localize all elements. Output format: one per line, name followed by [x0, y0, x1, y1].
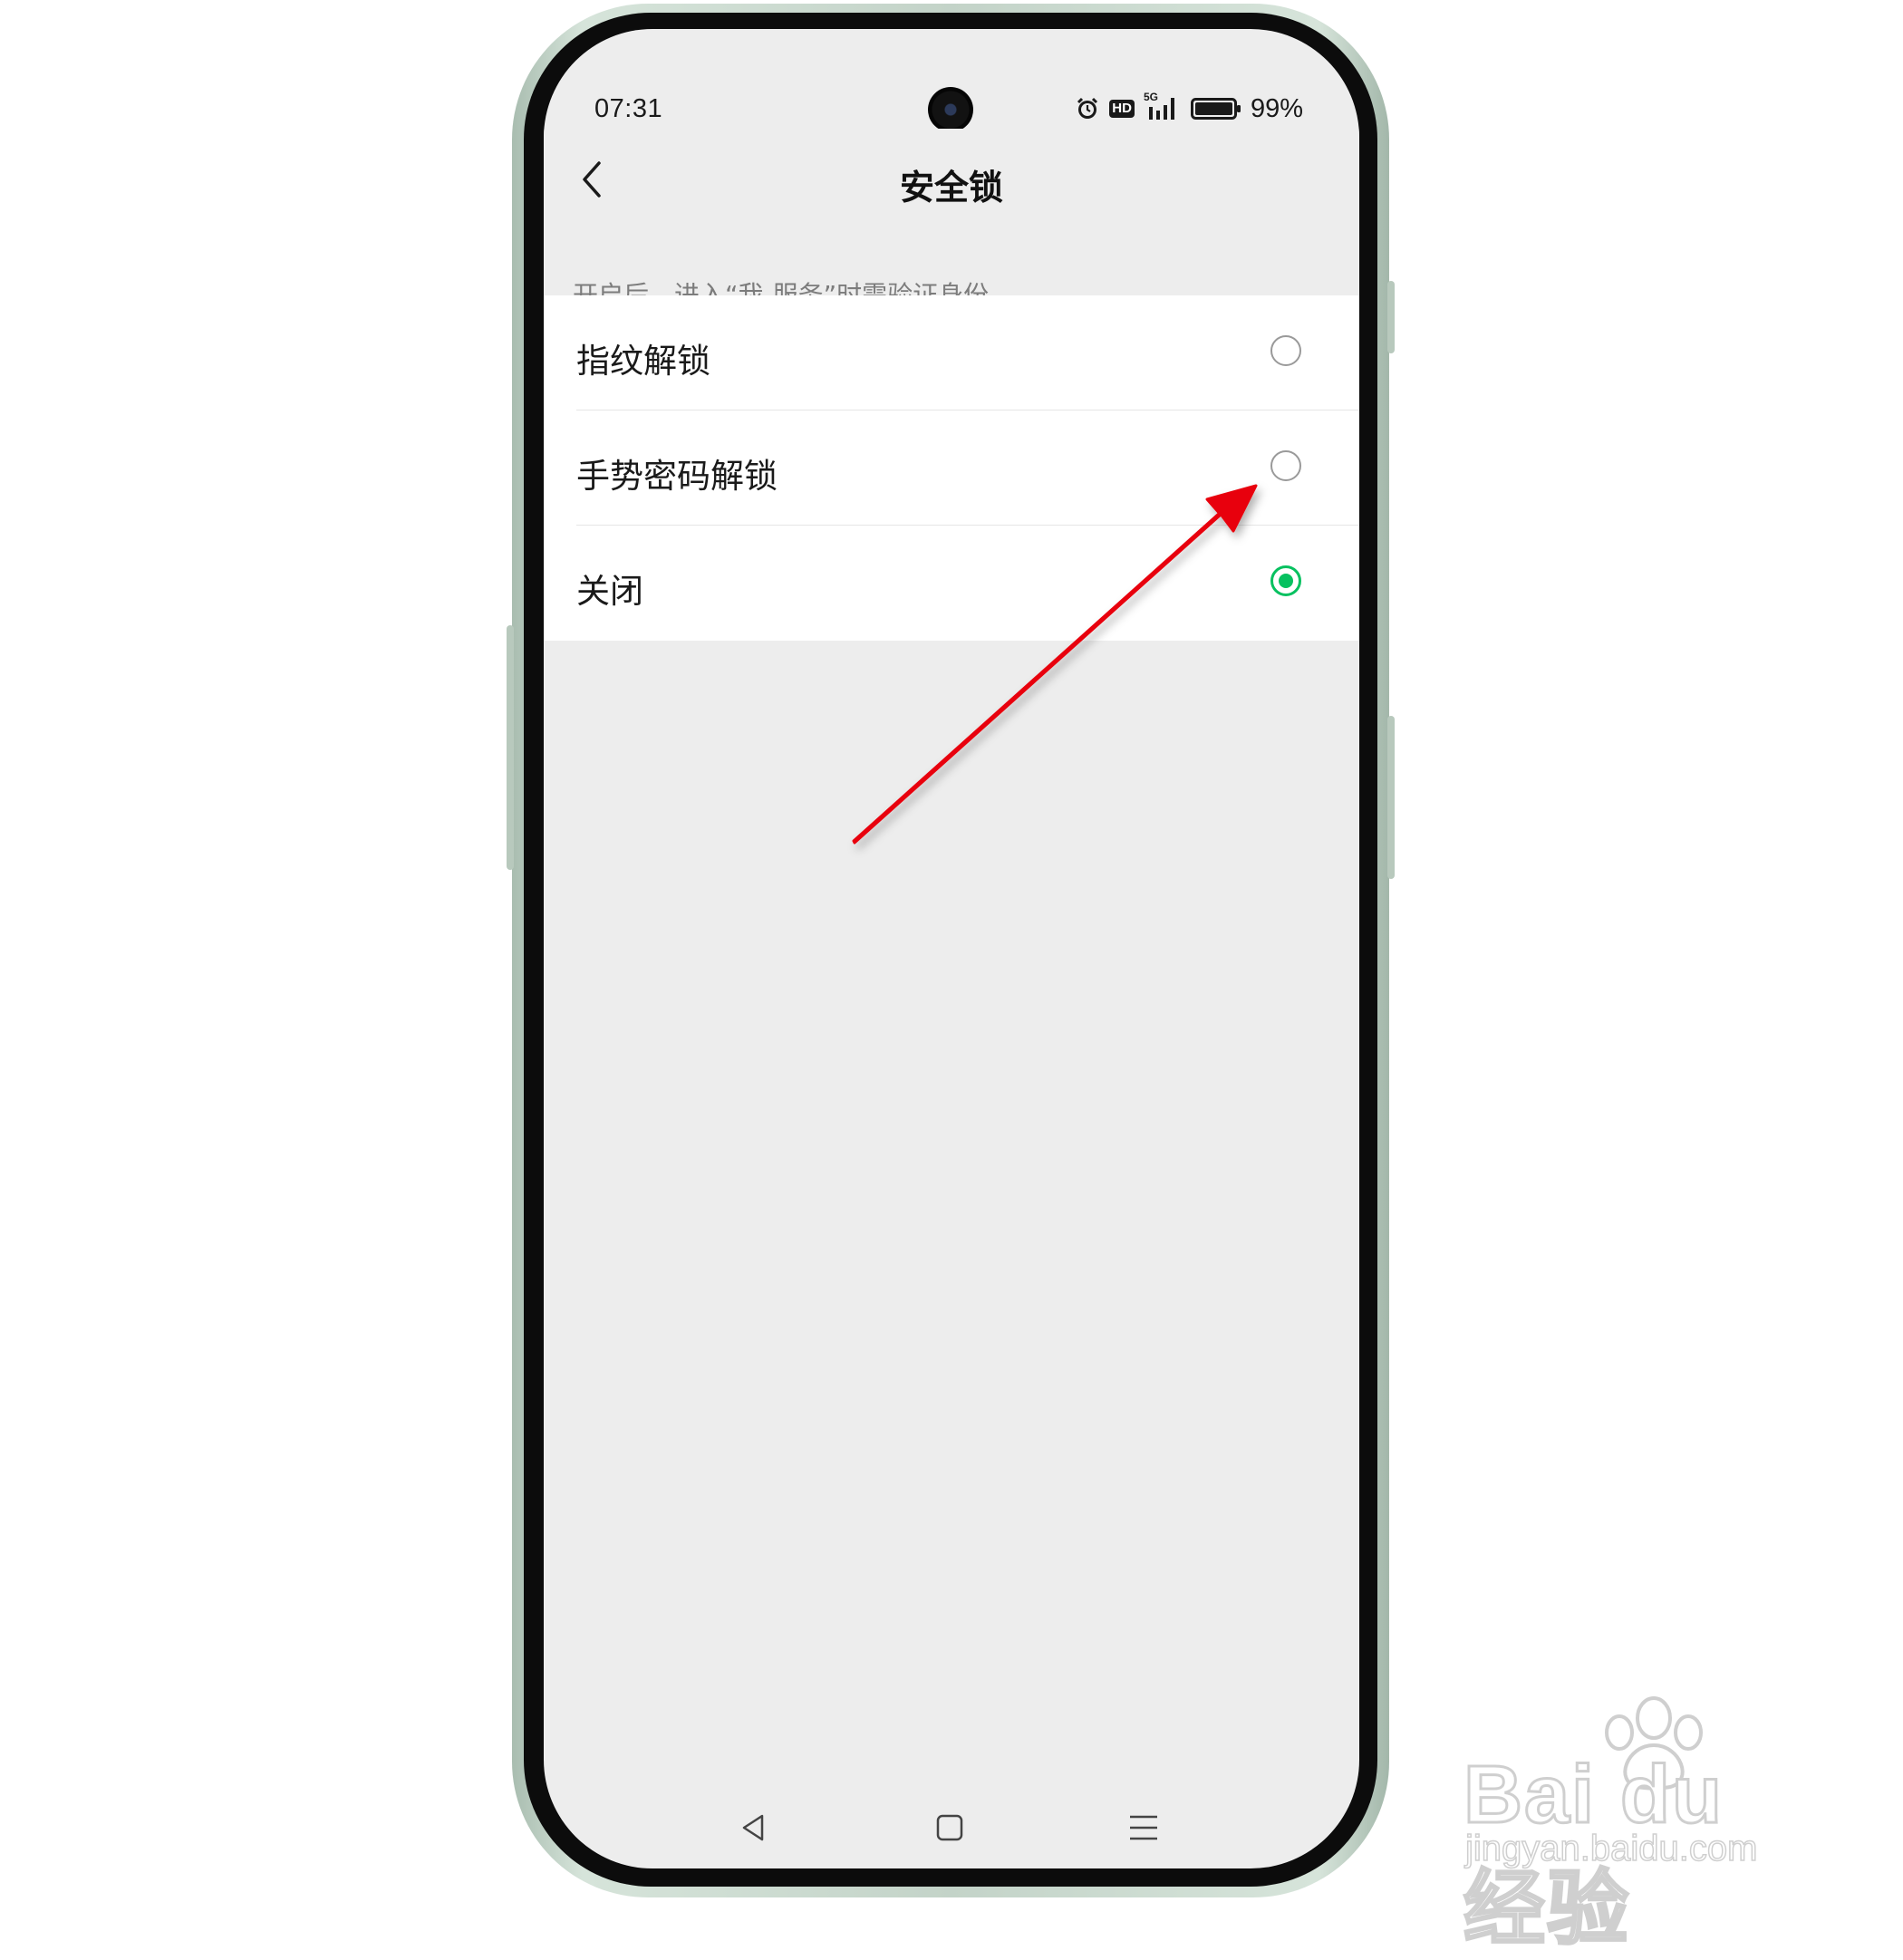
hd-badge: HD — [1109, 100, 1135, 118]
battery-icon — [1190, 98, 1241, 120]
option-label: 手势密码解锁 — [576, 457, 778, 496]
volume-button-left — [507, 625, 514, 870]
navigation-bar — [544, 1796, 1359, 1859]
radio-button-selected[interactable] — [1270, 565, 1301, 596]
nav-menu-button[interactable] — [1121, 1805, 1166, 1850]
menu-lines-icon — [1130, 1815, 1157, 1840]
nav-home-button[interactable] — [927, 1805, 972, 1850]
option-off[interactable]: 关闭 — [544, 526, 1359, 641]
option-label: 关闭 — [576, 572, 643, 611]
square-home-icon — [936, 1814, 963, 1841]
battery-percentage: 99% — [1250, 93, 1303, 123]
radio-button[interactable] — [1270, 450, 1301, 481]
baidu-jingyan-watermark: Bai du 经验 jingyan.baidu.com — [1454, 1694, 1817, 1956]
radio-button[interactable] — [1270, 335, 1301, 366]
nav-back-button[interactable] — [730, 1805, 776, 1850]
status-bar: 07:31 HD 5G 99% — [544, 29, 1359, 132]
triangle-back-icon — [742, 1814, 764, 1841]
front-camera — [928, 87, 973, 132]
alarm-icon — [1077, 97, 1098, 119]
page-title: 安全锁 — [899, 168, 1003, 208]
status-time: 07:31 — [594, 94, 663, 123]
watermark-url-text: jingyan.baidu.com — [1464, 1828, 1758, 1869]
option-label: 指纹解锁 — [576, 342, 710, 381]
option-gesture-password-unlock[interactable]: 手势密码解锁 — [544, 410, 1359, 526]
phone-screen: 07:31 HD 5G 99% 安全锁 指纹解锁 手势密码解锁 关闭 — [544, 29, 1359, 1868]
signal-indicator: 5G — [1144, 91, 1182, 123]
signal-bars-icon — [1148, 98, 1174, 120]
lock-option-list: 指纹解锁 手势密码解锁 关闭 — [544, 295, 1359, 641]
power-button-right — [1387, 281, 1395, 353]
status-icons: HD 5G 99% — [1075, 91, 1303, 125]
option-fingerprint-unlock[interactable]: 指纹解锁 — [544, 295, 1359, 410]
app-header: 安全锁 — [544, 129, 1359, 230]
volume-button-right — [1387, 716, 1395, 879]
